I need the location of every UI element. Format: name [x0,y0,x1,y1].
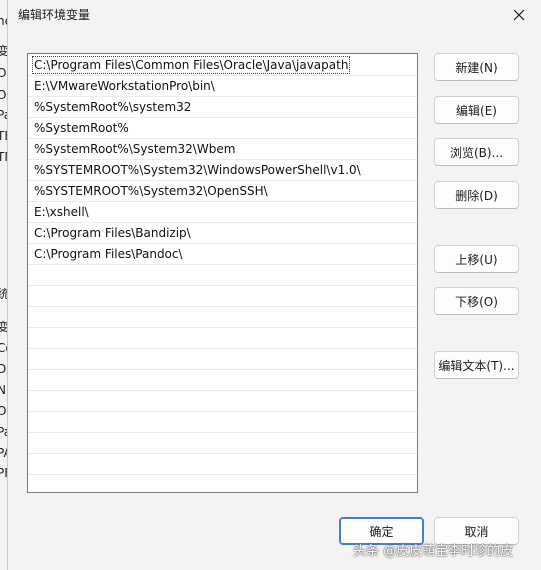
delete-button[interactable]: 删除(D) [434,181,519,209]
path-list[interactable]: C:\Program Files\Common Files\Oracle\Jav… [27,53,418,493]
close-button[interactable] [505,2,533,28]
path-list-item-text: C:\Program Files\Bandizip\ [34,226,191,240]
path-list-empty-row[interactable] [28,433,417,454]
path-list-item-text: %SYSTEMROOT%\System32\WindowsPowerShell\… [34,163,361,177]
path-list-empty-row[interactable] [28,454,417,475]
watermark-text: 头条 @皮皮萌宝李时珍的皮 [353,544,514,559]
edit-environment-variable-dialog: 编辑环境变量 C:\Program Files\Common Files\Ora… [7,0,541,570]
path-list-item[interactable]: E:\VMwareWorkstationPro\bin\ [28,76,417,97]
edit-button[interactable]: 编辑(E) [434,96,519,124]
path-list-empty-row[interactable] [28,328,417,349]
path-list-item-text: %SYSTEMROOT%\System32\OpenSSH\ [34,184,268,198]
browse-button[interactable]: 浏览(B)... [434,138,519,166]
move-down-button[interactable]: 下移(O) [434,287,519,315]
path-list-item[interactable]: %SystemRoot% [28,118,417,139]
path-list-item-text: %SystemRoot%\System32\Wbem [34,142,236,156]
path-list-item-text: C:\Program Files\Pandoc\ [34,247,183,261]
close-icon [513,9,525,21]
path-list-item-text: E:\xshell\ [34,205,89,219]
path-list-item[interactable]: C:\Program Files\Bandizip\ [28,223,417,244]
path-list-item-text: %SystemRoot% [34,121,129,135]
path-list-item-text: E:\VMwareWorkstationPro\bin\ [34,79,215,93]
path-list-item[interactable]: E:\xshell\ [28,202,417,223]
move-up-button[interactable]: 上移(U) [434,245,519,273]
path-list-empty-row[interactable] [28,412,417,433]
path-list-item[interactable]: %SystemRoot%\System32\Wbem [28,139,417,160]
path-list-empty-row[interactable] [28,307,417,328]
path-list-empty-row[interactable] [28,265,417,286]
path-list-item-text: C:\Program Files\Common Files\Oracle\Jav… [31,56,351,74]
dialog-title: 编辑环境变量 [18,8,91,22]
path-list-item[interactable]: %SYSTEMROOT%\System32\OpenSSH\ [28,181,417,202]
path-list-item[interactable]: C:\Program Files\Pandoc\ [28,244,417,265]
path-list-empty-row[interactable] [28,286,417,307]
new-button[interactable]: 新建(N) [434,53,519,81]
path-list-empty-row[interactable] [28,391,417,412]
edit-text-button[interactable]: 编辑文本(T)... [434,351,519,379]
path-list-item[interactable]: %SYSTEMROOT%\System32\WindowsPowerShell\… [28,160,417,181]
path-list-item[interactable]: C:\Program Files\Common Files\Oracle\Jav… [28,55,417,76]
path-list-empty-row[interactable] [28,349,417,370]
path-list-item[interactable]: %SystemRoot%\system32 [28,97,417,118]
path-list-empty-row[interactable] [28,370,417,391]
path-list-item-text: %SystemRoot%\system32 [34,100,192,114]
path-list-empty-row[interactable] [28,475,417,492]
